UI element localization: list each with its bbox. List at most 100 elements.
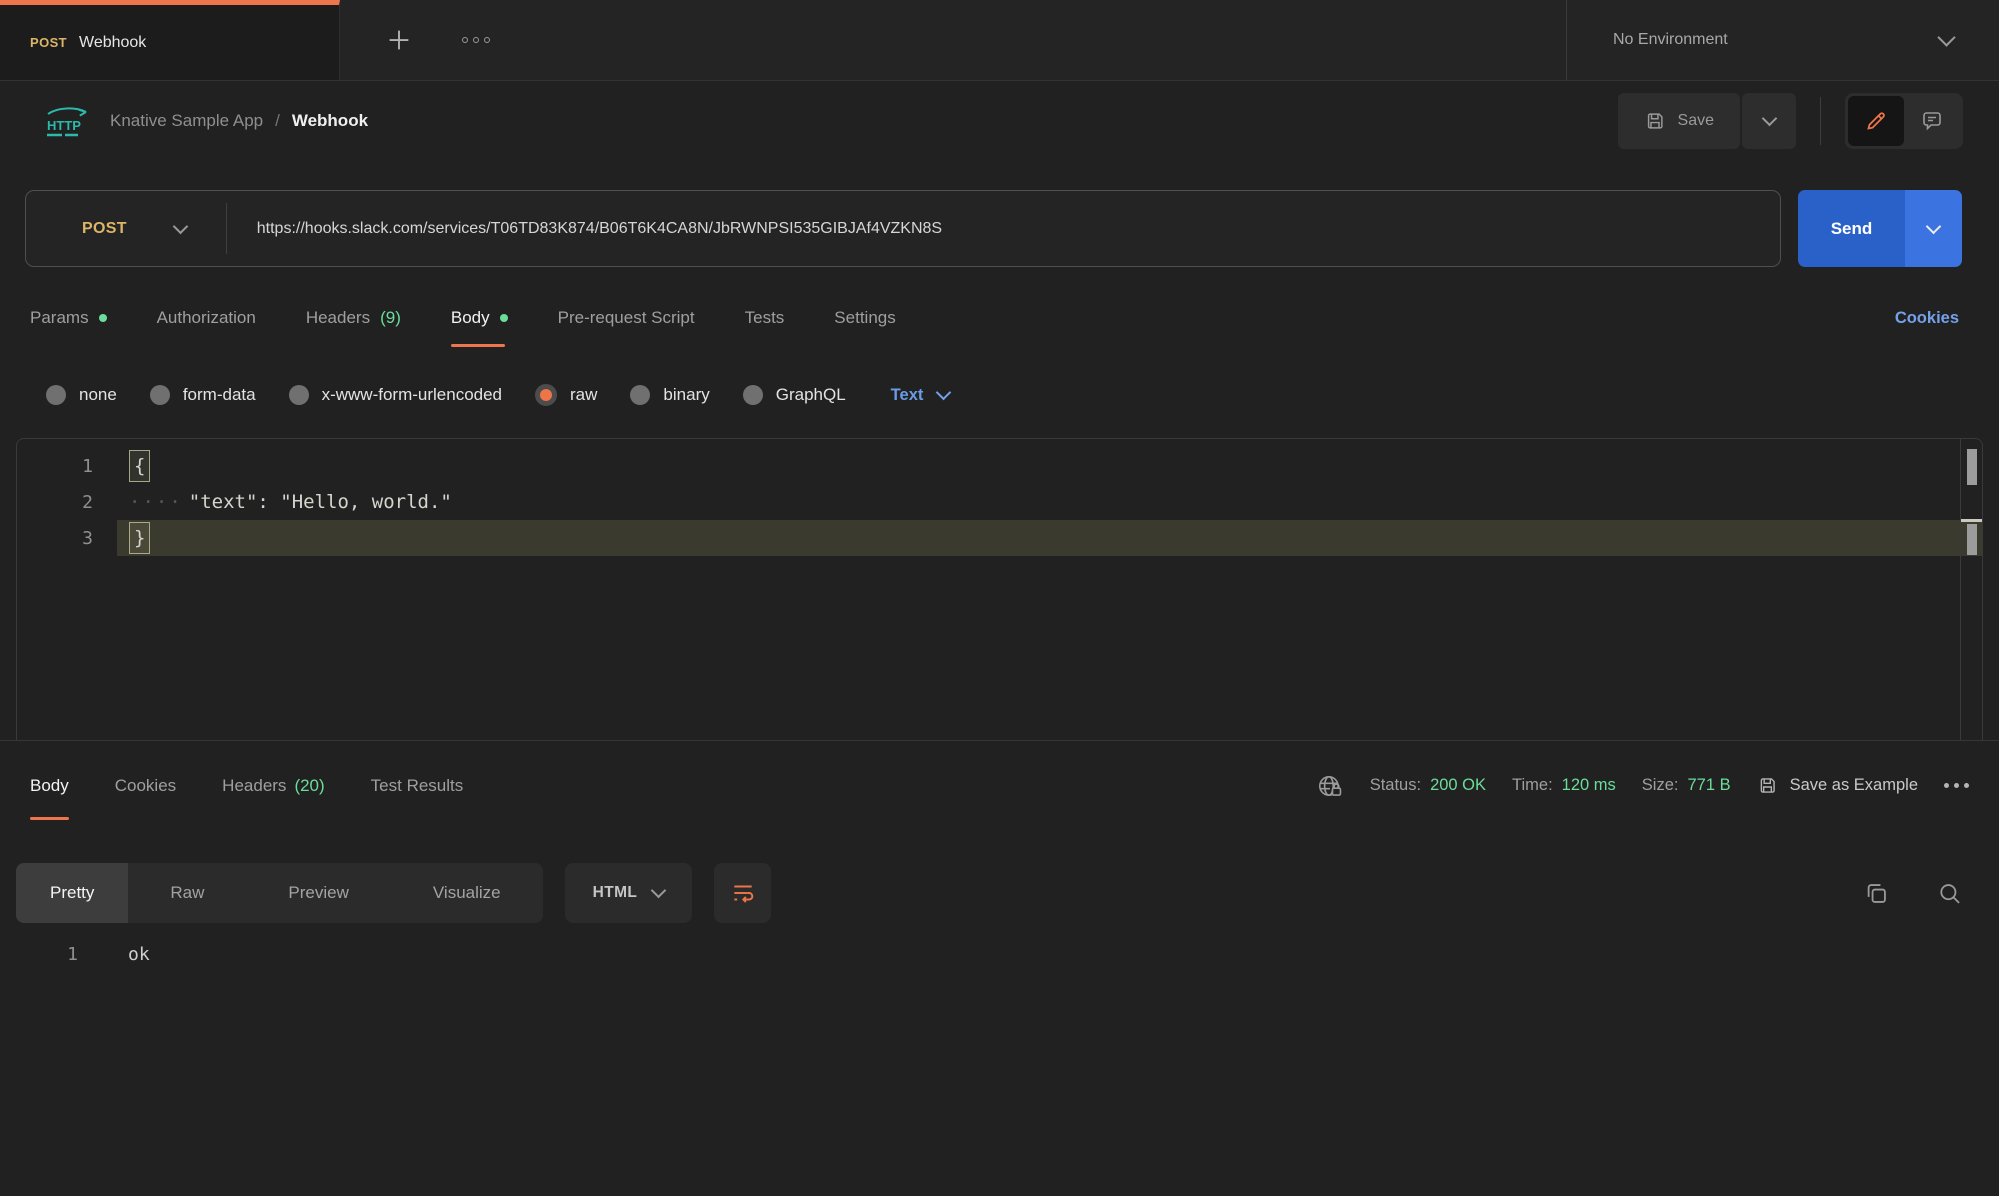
radio-label: binary	[663, 385, 709, 405]
edit-button[interactable]	[1848, 96, 1904, 146]
matched-bracket: }	[129, 522, 150, 554]
network-globe-lock-icon[interactable]	[1316, 772, 1344, 800]
save-as-example-button[interactable]: Save as Example	[1757, 775, 1918, 796]
body-type-form-data[interactable]: form-data	[150, 385, 256, 405]
editor-line: 1 {	[17, 448, 1982, 484]
tab-prerequest-script[interactable]: Pre-request Script	[558, 289, 695, 347]
request-tab[interactable]: POST Webhook	[0, 0, 340, 80]
view-pretty[interactable]: Pretty	[16, 863, 128, 923]
response-view-toolbar: Pretty Raw Preview Visualize HTML	[16, 856, 1963, 930]
chevron-down-icon	[651, 883, 667, 899]
headers-count: (9)	[380, 308, 401, 328]
line-number: 2	[17, 484, 117, 520]
body-type-graphql[interactable]: GraphQL	[743, 385, 846, 405]
tab-strip	[340, 0, 1566, 80]
radio-icon	[743, 385, 763, 405]
raw-format-selector[interactable]: Text	[891, 386, 950, 405]
response-text: ok	[128, 944, 150, 965]
line-number: 3	[17, 520, 117, 556]
tab-body[interactable]: Body	[451, 289, 508, 347]
tab-tests[interactable]: Tests	[745, 289, 785, 347]
comment-button[interactable]	[1904, 96, 1960, 146]
view-raw[interactable]: Raw	[128, 863, 246, 923]
chevron-down-icon	[1937, 28, 1955, 46]
method-badge: POST	[30, 35, 67, 50]
tab-label: Headers	[222, 776, 286, 796]
radio-label: GraphQL	[776, 385, 846, 405]
save-as-example-label: Save as Example	[1790, 776, 1918, 795]
wrap-line-button[interactable]	[714, 863, 771, 923]
request-url-row: POST https://hooks.slack.com/services/T0…	[25, 190, 1962, 267]
breadcrumb-row: HTTP Knative Sample App / Webhook Save	[0, 84, 1999, 158]
radio-icon	[630, 385, 650, 405]
response-format-selector[interactable]: HTML	[565, 863, 693, 923]
green-dot-icon	[99, 314, 107, 322]
tab-settings[interactable]: Settings	[834, 289, 895, 347]
url-input[interactable]: https://hooks.slack.com/services/T06TD83…	[257, 220, 942, 238]
editor-scrollbar[interactable]	[1960, 439, 1982, 740]
response-tab-headers[interactable]: Headers (20)	[222, 741, 325, 830]
breadcrumb-request: Webhook	[292, 111, 368, 131]
response-tab-cookies[interactable]: Cookies	[115, 741, 176, 830]
floppy-icon	[1757, 775, 1778, 796]
request-body-editor[interactable]: 1 { 2 ···· "text": "Hello, world." 3 }	[16, 438, 1983, 740]
tab-authorization[interactable]: Authorization	[157, 289, 256, 347]
pencil-icon	[1864, 109, 1888, 133]
time-badge: Time: 120 ms	[1512, 776, 1616, 795]
body-type-raw[interactable]: raw	[535, 384, 597, 406]
environment-selector[interactable]: No Environment	[1566, 0, 1999, 80]
body-type-urlencoded[interactable]: x-www-form-urlencoded	[289, 385, 502, 405]
body-type-row: none form-data x-www-form-urlencoded raw…	[46, 372, 1959, 418]
method-selector[interactable]: POST	[82, 220, 127, 238]
send-button[interactable]: Send	[1798, 190, 1905, 267]
editor-line-current: 3 }	[17, 520, 1982, 556]
editor-line-content: ···· "text": "Hello, world."	[117, 484, 1982, 520]
breadcrumb-collection[interactable]: Knative Sample App	[110, 111, 263, 131]
tab-label: Pre-request Script	[558, 308, 695, 328]
cookies-link[interactable]: Cookies	[1895, 309, 1959, 328]
send-split-button: Send	[1798, 190, 1962, 267]
send-options-button[interactable]	[1905, 190, 1962, 267]
body-type-binary[interactable]: binary	[630, 385, 709, 405]
view-mode-switch: Pretty Raw Preview Visualize	[16, 863, 543, 923]
radio-label: form-data	[183, 385, 256, 405]
save-button[interactable]: Save	[1618, 93, 1740, 149]
response-tab-body[interactable]: Body	[30, 741, 69, 830]
tab-headers[interactable]: Headers (9)	[306, 289, 401, 347]
response-options-icon[interactable]	[1944, 783, 1969, 788]
comment-icon	[1920, 109, 1944, 133]
editor-line-content: {	[117, 448, 1982, 484]
search-button[interactable]	[1936, 880, 1963, 907]
radio-icon	[289, 385, 309, 405]
size-badge: Size: 771 B	[1642, 776, 1731, 795]
editor-line: 2 ···· "text": "Hello, world."	[17, 484, 1982, 520]
time-label: Time:	[1512, 776, 1553, 795]
tab-label: Test Results	[371, 776, 464, 796]
scrollbar-mark	[1967, 449, 1977, 485]
status-badge: Status: 200 OK	[1370, 776, 1486, 795]
copy-button[interactable]	[1863, 880, 1890, 907]
radio-selected-icon	[535, 384, 557, 406]
view-preview[interactable]: Preview	[246, 863, 390, 923]
divider	[226, 203, 227, 254]
response-body-line: 1 ok	[16, 938, 150, 970]
scrollbar-mark	[1967, 524, 1977, 555]
tab-label: Authorization	[157, 308, 256, 328]
tab-params[interactable]: Params	[30, 289, 107, 347]
tab-options-icon[interactable]	[462, 37, 490, 43]
new-tab-button[interactable]	[384, 25, 414, 55]
tab-label: Headers	[306, 308, 370, 328]
save-label: Save	[1678, 112, 1714, 130]
chevron-down-icon[interactable]	[172, 218, 188, 234]
body-type-none[interactable]: none	[46, 385, 117, 405]
response-tools-right	[1863, 880, 1963, 907]
chevron-down-icon	[1761, 111, 1777, 127]
save-options-button[interactable]	[1742, 93, 1796, 149]
postman-window: POST Webhook No Environment HTTP Knative…	[0, 0, 1999, 1196]
size-label: Size:	[1642, 776, 1679, 795]
matched-bracket: {	[129, 450, 150, 482]
view-visualize[interactable]: Visualize	[391, 863, 543, 923]
size-value: 771 B	[1687, 776, 1730, 795]
response-tab-test-results[interactable]: Test Results	[371, 741, 464, 830]
url-box: POST https://hooks.slack.com/services/T0…	[25, 190, 1781, 267]
